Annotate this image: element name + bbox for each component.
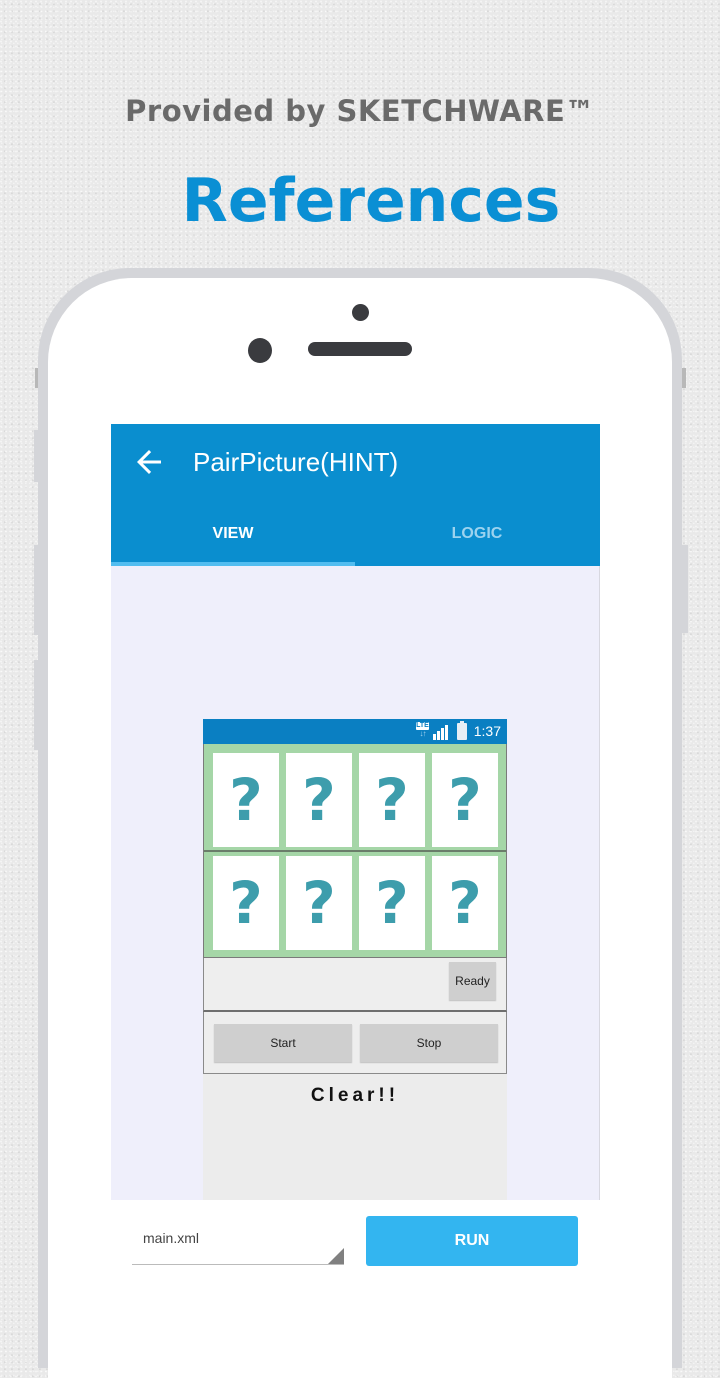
- start-button[interactable]: Start: [214, 1024, 352, 1062]
- card[interactable]: ?: [432, 753, 498, 847]
- card[interactable]: ?: [286, 753, 352, 847]
- question-mark-icon: ?: [375, 869, 409, 937]
- card-row: ? ? ? ?: [204, 852, 506, 958]
- promo-subtitle: Provided by SKETCHWARE™: [125, 94, 595, 128]
- card[interactable]: ?: [213, 753, 279, 847]
- card[interactable]: ?: [359, 856, 425, 950]
- file-select-value: main.xml: [143, 1230, 200, 1246]
- app-title: PairPicture(HINT): [193, 447, 399, 477]
- ready-row: Ready: [203, 958, 507, 1012]
- tab-view[interactable]: VIEW: [111, 514, 355, 554]
- bottom-bar: main.xml RUN: [111, 1200, 600, 1280]
- card-row: ? ? ? ?: [204, 744, 506, 852]
- question-mark-icon: ?: [229, 766, 263, 834]
- question-mark-icon: ?: [302, 766, 336, 834]
- question-mark-icon: ?: [302, 869, 336, 937]
- promo-title: References: [181, 166, 561, 236]
- phone-preview: LTE ↓↑ 1:37 ? ? ? ? ? ? ? ? Ready Start …: [203, 719, 507, 1280]
- question-mark-icon: ?: [229, 869, 263, 937]
- earpiece-speaker: [308, 342, 412, 356]
- question-mark-icon: ?: [375, 766, 409, 834]
- tab-logic[interactable]: LOGIC: [355, 514, 599, 554]
- question-mark-icon: ?: [448, 869, 482, 937]
- dropdown-triangle-icon: [328, 1248, 344, 1264]
- sketchware-app: PairPicture(HINT) VIEW LOGIC LTE ↓↑ 1:37: [111, 424, 600, 1280]
- phone-side-button: [682, 545, 688, 633]
- card[interactable]: ?: [359, 753, 425, 847]
- lte-icon: LTE ↓↑: [416, 722, 429, 738]
- front-camera: [248, 338, 272, 363]
- signal-icon: [433, 723, 451, 740]
- result-text: Clear!!: [310, 1085, 400, 1106]
- file-select[interactable]: main.xml: [132, 1218, 344, 1265]
- card[interactable]: ?: [286, 856, 352, 950]
- ready-button[interactable]: Ready: [449, 962, 496, 1000]
- arrow-left-icon: [137, 450, 161, 474]
- battery-charging-icon: [457, 721, 467, 740]
- card[interactable]: ?: [432, 856, 498, 950]
- design-canvas: LTE ↓↑ 1:37 ? ? ? ? ? ? ? ? Ready Start …: [111, 566, 600, 1280]
- card[interactable]: ?: [213, 856, 279, 950]
- question-mark-icon: ?: [448, 766, 482, 834]
- stop-button[interactable]: Stop: [360, 1024, 498, 1062]
- app-bar: PairPicture(HINT) VIEW LOGIC: [111, 424, 600, 566]
- status-bar: LTE ↓↑ 1:37: [203, 719, 507, 744]
- card-grid: ? ? ? ? ? ? ? ?: [203, 744, 507, 958]
- back-button[interactable]: [131, 444, 167, 480]
- proximity-sensor: [352, 304, 369, 321]
- status-time: 1:37: [473, 723, 501, 739]
- control-row: Start Stop: [203, 1012, 507, 1074]
- run-button[interactable]: RUN: [366, 1216, 578, 1266]
